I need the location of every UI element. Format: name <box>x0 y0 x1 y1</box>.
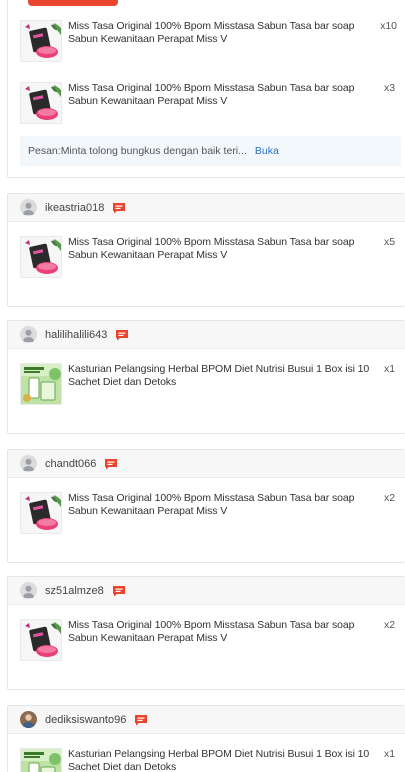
order-card-header: chandt066 <box>8 450 405 478</box>
order-item[interactable]: Kasturian Pelangsing Herbal BPOM Diet Nu… <box>20 363 397 405</box>
product-thumbnail-soap <box>20 492 62 534</box>
chat-icon[interactable] <box>112 202 126 214</box>
buyer-note-text: Pesan:Minta tolong bungkus dengan baik t… <box>28 145 247 157</box>
product-thumbnail-kasturian <box>20 363 62 405</box>
order-card: halilihalili643 Kasturian Pelangsing Her… <box>7 320 405 434</box>
order-card: dediksiswanto96 Kasturian Pelangsing Her… <box>7 705 405 772</box>
order-card-header: dediksiswanto96 <box>8 706 405 734</box>
item-qty: x1 <box>384 748 396 760</box>
order-item[interactable]: Miss Tasa Original 100% Bpom Misstasa Sa… <box>20 236 397 278</box>
item-name: Kasturian Pelangsing Herbal BPOM Diet Nu… <box>68 748 370 772</box>
order-card-header: sz51almze8 <box>8 577 405 605</box>
order-item[interactable]: Miss Tasa Original 100% Bpom Misstasa Sa… <box>20 619 397 661</box>
buyer-note: Pesan:Minta tolong bungkus dengan baik t… <box>20 136 401 166</box>
buyer-username[interactable]: ikeastria018 <box>45 202 104 214</box>
chat-icon[interactable] <box>104 458 118 470</box>
order-item[interactable]: Miss Tasa Original 100% Bpom Misstasa Sa… <box>20 82 397 124</box>
buyer-username[interactable]: dediksiswanto96 <box>45 714 126 726</box>
order-card-header: halilihalili643 <box>8 321 405 349</box>
product-thumbnail-soap <box>20 619 62 661</box>
item-name: Miss Tasa Original 100% Bpom Misstasa Sa… <box>68 619 355 644</box>
item-name: Kasturian Pelangsing Herbal BPOM Diet Nu… <box>68 363 370 388</box>
chat-icon[interactable] <box>112 585 126 597</box>
item-name: Miss Tasa Original 100% Bpom Misstasa Sa… <box>68 492 355 517</box>
product-thumbnail-soap <box>20 82 62 124</box>
user-avatar-icon <box>20 199 37 216</box>
item-qty: x3 <box>384 82 396 94</box>
order-item[interactable]: Miss Tasa Original 100% Bpom Misstasa Sa… <box>20 20 397 62</box>
item-qty: x1 <box>384 363 396 375</box>
user-avatar-icon <box>20 711 37 728</box>
order-card-top: Miss Tasa Original 100% Bpom Misstasa Sa… <box>7 0 405 178</box>
buyer-username[interactable]: sz51almze8 <box>45 585 104 597</box>
order-card: ikeastria018 Miss Tasa Original 100% Bpo… <box>7 193 405 307</box>
product-thumbnail-kasturian <box>20 748 62 772</box>
item-qty: x2 <box>384 492 396 504</box>
promo-label-strip <box>28 0 118 6</box>
order-item[interactable]: Kasturian Pelangsing Herbal BPOM Diet Nu… <box>20 748 397 772</box>
order-card-header: ikeastria018 <box>8 194 405 222</box>
item-qty: x2 <box>384 619 396 631</box>
product-thumbnail-soap <box>20 20 62 62</box>
user-avatar-icon <box>20 326 37 343</box>
item-qty: x10 <box>380 20 397 32</box>
product-thumbnail-soap <box>20 236 62 278</box>
item-name: Miss Tasa Original 100% Bpom Misstasa Sa… <box>68 236 355 261</box>
open-note-link[interactable]: Buka <box>255 145 279 157</box>
item-name: Miss Tasa Original 100% Bpom Misstasa Sa… <box>68 82 355 107</box>
user-avatar-icon <box>20 455 37 472</box>
order-card: chandt066 Miss Tasa Original 100% Bpom M… <box>7 449 405 563</box>
order-item[interactable]: Miss Tasa Original 100% Bpom Misstasa Sa… <box>20 492 397 534</box>
order-card: sz51almze8 Miss Tasa Original 100% Bpom … <box>7 576 405 690</box>
chat-icon[interactable] <box>134 714 148 726</box>
buyer-username[interactable]: halilihalili643 <box>45 329 107 341</box>
item-qty: x5 <box>384 236 396 248</box>
chat-icon[interactable] <box>115 329 129 341</box>
buyer-username[interactable]: chandt066 <box>45 458 96 470</box>
user-avatar-icon <box>20 582 37 599</box>
item-name: Miss Tasa Original 100% Bpom Misstasa Sa… <box>68 20 355 45</box>
